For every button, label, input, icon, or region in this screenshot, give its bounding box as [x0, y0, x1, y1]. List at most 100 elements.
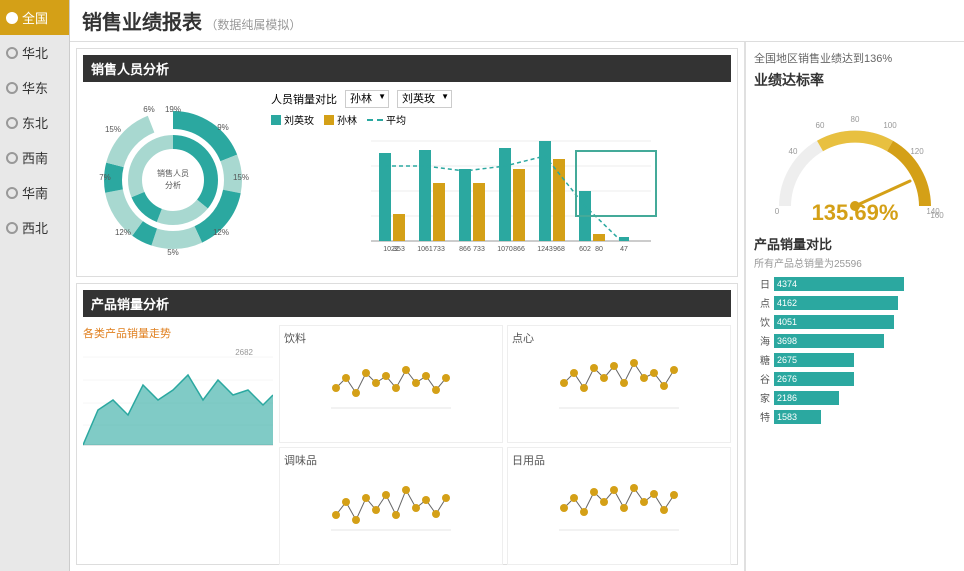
sparkline-dot — [412, 504, 420, 512]
sidebar-item-east[interactable]: 华东 — [0, 70, 69, 105]
sidebar-item-southwest[interactable]: 西南 — [0, 140, 69, 175]
legend-item-avg: 平均 — [367, 112, 406, 127]
sparkline-dot — [580, 384, 588, 392]
sparkline-dot — [650, 490, 658, 498]
legend-label-sun: 孙林 — [337, 112, 357, 127]
svg-text:2682: 2682 — [235, 348, 253, 357]
svg-text:7%: 7% — [99, 173, 111, 182]
sidebar: 全国 华北 华东 东北 西南 华南 西北 — [0, 0, 70, 571]
sidebar-item-northeast[interactable]: 东北 — [0, 105, 69, 140]
sidebar-label-southwest: 西南 — [22, 148, 48, 167]
sparkline-dot — [640, 498, 648, 506]
sparkline-dot — [422, 372, 430, 380]
legend-item-liu: 刘英玫 — [271, 112, 314, 127]
svg-text:分析: 分析 — [165, 180, 181, 190]
bar-row-label: 点 — [754, 295, 770, 310]
sparkline-dot — [422, 496, 430, 504]
svg-text:9%: 9% — [217, 123, 229, 132]
radio-south — [6, 187, 18, 199]
sidebar-item-all[interactable]: 全国 — [0, 0, 69, 35]
sparkline-line — [336, 370, 446, 393]
svg-text:733: 733 — [473, 246, 485, 253]
sparkline-dot — [610, 486, 618, 494]
sparkline-dot — [442, 494, 450, 502]
bar-list: 日 4374 点 4162 饮 4051 海 3698 糖 2675 谷 267… — [754, 276, 956, 428]
radio-east — [6, 82, 18, 94]
bar-row-label: 饮 — [754, 314, 770, 329]
person1-select-wrapper[interactable]: 孙林 — [345, 90, 389, 108]
bar-row-value: 1583 — [777, 412, 797, 422]
person2-select-wrapper[interactable]: 刘英玫 — [397, 90, 452, 108]
bar-row-value: 3698 — [777, 336, 797, 346]
bar-row-bar: 1583 — [774, 410, 821, 424]
bar-sun-3 — [473, 183, 485, 241]
sparkline-dot — [670, 366, 678, 374]
person1-select[interactable]: 孙林 — [345, 90, 389, 108]
sparkline-dot — [670, 491, 678, 499]
svg-text:1243: 1243 — [537, 246, 553, 253]
sidebar-label-east: 华东 — [22, 78, 48, 97]
bar-row-bar: 4051 — [774, 315, 894, 329]
svg-text:733: 733 — [433, 246, 445, 253]
bar-row-bar: 2676 — [774, 372, 854, 386]
bar-list-row: 糖 2675 — [754, 352, 956, 367]
bar-list-row: 特 1583 — [754, 409, 956, 424]
person2-select[interactable]: 刘英玫 — [397, 90, 452, 108]
sparkline-dot — [372, 506, 380, 514]
svg-text:80: 80 — [851, 115, 860, 124]
product-compare-title: 产品销量对比 — [754, 234, 956, 253]
svg-text:968: 968 — [553, 246, 565, 253]
legend-label-liu: 刘英玫 — [284, 112, 314, 127]
svg-text:15%: 15% — [105, 125, 121, 134]
page-subtitle: （数据纯属模拟） — [205, 18, 301, 32]
mini-chart-title-condiments: 调味品 — [284, 452, 498, 468]
svg-text:15%: 15% — [233, 173, 249, 182]
sparkline-dot — [590, 488, 598, 496]
legend-item-sun: 孙林 — [324, 112, 357, 127]
donut-chart-container: 销售人员 分析 19% 9% 15% 12% 5% 12% 7% 15% — [83, 90, 263, 270]
sparkline-dot — [610, 362, 618, 370]
mini-chart-title-daily: 日用品 — [512, 452, 726, 468]
svg-text:120: 120 — [910, 147, 924, 156]
sidebar-label-northwest: 西北 — [22, 218, 48, 237]
sparkline-dot — [660, 382, 668, 390]
sparkline-dot — [342, 374, 350, 382]
mini-chart-title-beverages: 饮料 — [284, 330, 498, 346]
sparkline-dot — [342, 498, 350, 506]
mini-chart-title-desserts: 点心 — [512, 330, 726, 346]
sparkline-dot — [640, 374, 648, 382]
sparkline-dot — [660, 506, 668, 514]
sparkline-dot — [332, 511, 340, 519]
chart-controls: 人员销量对比 孙林 刘英玫 — [271, 90, 731, 108]
svg-text:销售人员: 销售人员 — [157, 168, 189, 178]
sidebar-item-north[interactable]: 华北 — [0, 35, 69, 70]
sidebar-item-northwest[interactable]: 西北 — [0, 210, 69, 245]
sparkline-dot — [570, 494, 578, 502]
svg-text:1070: 1070 — [497, 246, 513, 253]
legend-line-avg — [367, 119, 383, 121]
sparkline-dot — [620, 379, 628, 387]
svg-text:5%: 5% — [167, 248, 179, 257]
sparkline-dot — [352, 389, 360, 397]
sparkline-line — [336, 490, 446, 520]
bar-list-row: 谷 2676 — [754, 371, 956, 386]
page-title: 销售业绩报表 — [82, 12, 202, 34]
sparkline-dot — [580, 508, 588, 516]
mini-chart-daily: 日用品 — [507, 447, 731, 565]
product-section-title: 产品销量分析 — [83, 290, 731, 317]
bar-liu-3 — [459, 169, 471, 241]
svg-text:80: 80 — [595, 246, 603, 253]
bar-row-label: 糖 — [754, 352, 770, 367]
radio-north — [6, 47, 18, 59]
bar-row-label: 海 — [754, 333, 770, 348]
svg-text:19%: 19% — [165, 105, 181, 114]
bar-row-value: 2676 — [777, 374, 797, 384]
bar-row-value: 2186 — [777, 393, 797, 403]
sparkline-dot — [382, 372, 390, 380]
gauge-container: 0 40 60 80 100 120 140 160 — [754, 96, 956, 226]
sales-content: 销售人员 分析 19% 9% 15% 12% 5% 12% 7% 15% — [83, 90, 731, 270]
sidebar-item-south[interactable]: 华南 — [0, 175, 69, 210]
sparkline-dot — [432, 386, 440, 394]
legend-dot-liu — [271, 115, 281, 125]
sparkline-condiments — [284, 470, 498, 535]
